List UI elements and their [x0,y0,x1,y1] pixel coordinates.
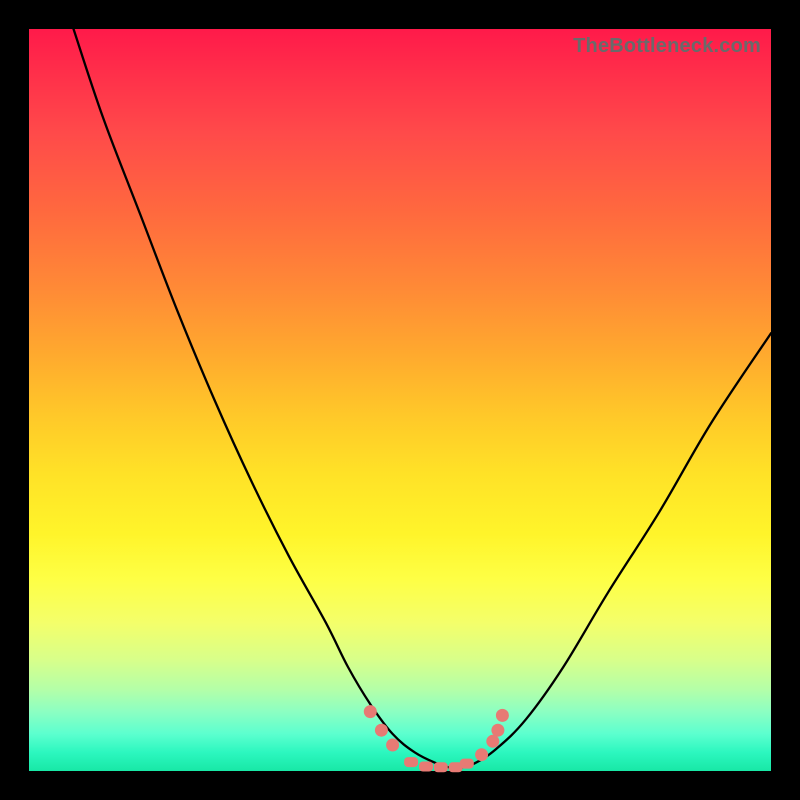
bottleneck-curve [74,29,771,769]
marker-dot [419,762,433,772]
marker-dot [491,724,504,737]
marker-dot [434,762,448,772]
marker-dot [460,759,474,769]
marker-dot [496,709,509,722]
plot-area: TheBottleneck.com [29,29,771,771]
marker-dot [375,724,388,737]
marker-dot [386,739,399,752]
chart-frame: TheBottleneck.com [0,0,800,800]
curve-layer [29,29,771,771]
marker-dot [364,705,377,718]
marker-dot [404,757,418,767]
marker-dot [475,748,488,761]
marker-dot [486,735,499,748]
